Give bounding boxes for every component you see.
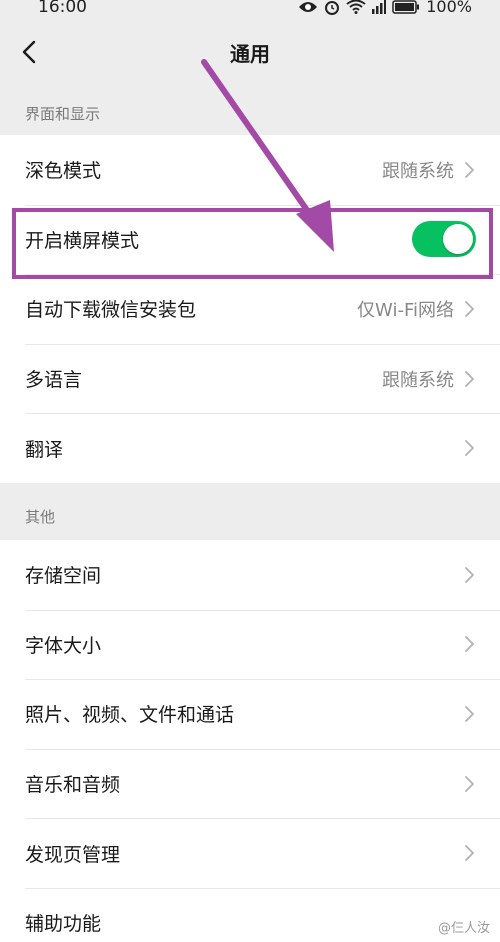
chevron-right-icon [465,161,474,178]
signal-icon [372,0,387,14]
chevron-right-icon [465,775,474,792]
row-value: 跟随系统 [382,160,454,182]
chevron-right-icon [465,706,474,722]
battery-percentage: 100% [426,0,472,16]
chevron-right-icon [465,370,474,387]
row-label: 发现页管理 [25,843,121,866]
status-bar: 16:00 100% [0,0,500,20]
row-accessibility[interactable]: 辅助功能 [0,887,500,942]
row-value: 跟随系统 [382,369,454,391]
row-value: 仅Wi-Fi网络 [357,299,454,321]
status-time: 16:00 [38,0,87,17]
eye-icon [299,1,318,12]
alarm-icon [325,0,340,15]
row-storage[interactable]: 存储空间 [0,540,500,610]
chevron-right-icon [465,636,474,653]
battery-icon [392,0,420,14]
landscape-mode-toggle[interactable] [412,221,476,258]
chevron-right-icon [465,301,474,317]
row-label: 多语言 [25,369,83,392]
section-label-other: 其他 [25,508,56,526]
row-label: 翻译 [25,438,64,461]
chevron-right-icon [465,566,474,583]
navigation-bar: 通用 [0,20,500,84]
row-label: 自动下载微信安装包 [25,299,197,322]
row-dark-mode[interactable]: 深色模式 跟随系统 [0,135,500,205]
watermark-text: @仨人汝 [437,921,490,936]
row-landscape-mode: 开启横屏模式 [0,204,500,275]
row-label: 照片、视频、文件和通话 [25,704,235,727]
row-label: 深色模式 [25,160,102,183]
toggle-knob [443,224,473,255]
chevron-right-icon [465,845,474,862]
section-label-display: 界面和显示 [25,105,101,123]
row-music-audio[interactable]: 音乐和音频 [0,748,500,819]
row-label: 音乐和音频 [25,774,121,797]
chevron-right-icon [465,440,474,457]
row-media-files-calls[interactable]: 照片、视频、文件和通话 [0,679,500,749]
row-label: 存储空间 [25,565,102,588]
status-icons: 100% [298,0,472,16]
watermark: @仨人汝 [438,917,490,936]
page-title: 通用 [230,42,270,66]
row-label: 开启横屏模式 [25,229,140,252]
settings-group-other: 存储空间 字体大小 照片、视频、文件和通话 音乐和音频 发现页管理 辅助功能 [0,540,500,942]
row-language[interactable]: 多语言 跟随系统 [0,343,500,414]
settings-group-display: 深色模式 跟随系统 开启横屏模式 自动下载微信安装包 仅Wi-Fi网络 多语言 … [0,135,500,483]
row-label: 字体大小 [25,634,102,657]
row-label: 辅助功能 [25,913,102,936]
row-discover-management[interactable]: 发现页管理 [0,818,500,888]
wifi-icon [346,0,366,14]
row-translate[interactable]: 翻译 [0,413,500,483]
row-font-size[interactable]: 字体大小 [0,609,500,680]
row-auto-download-installer[interactable]: 自动下载微信安装包 仅Wi-Fi网络 [0,274,500,344]
